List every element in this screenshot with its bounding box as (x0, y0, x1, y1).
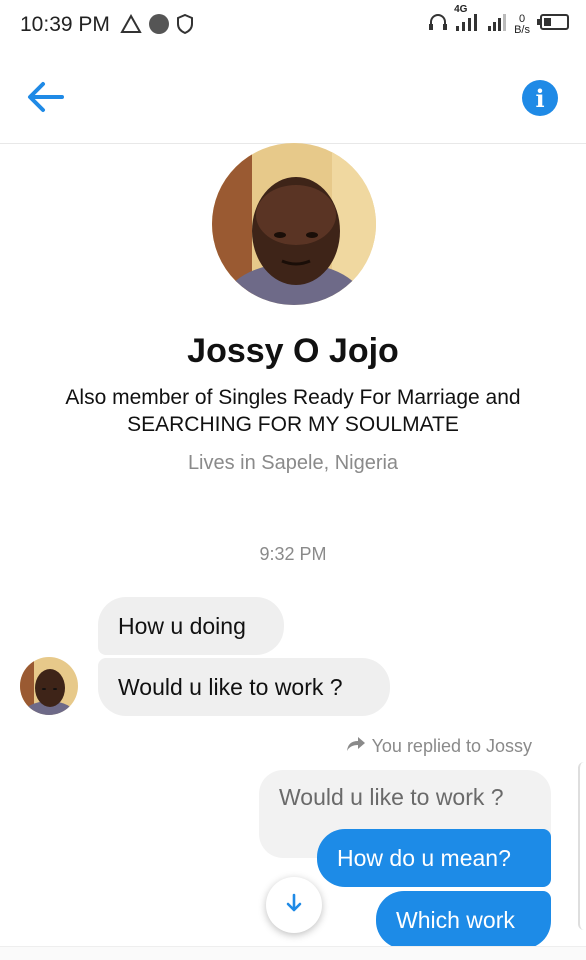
quoted-text: Would u like to work ? (279, 784, 504, 810)
outgoing-message[interactable]: How do u mean? (317, 829, 551, 887)
net-speed: 0 B/s (514, 12, 530, 36)
status-time: 10:39 PM (20, 13, 110, 36)
back-button[interactable] (22, 76, 68, 122)
outgoing-message[interactable]: Which work (376, 891, 551, 949)
status-left-icons (120, 13, 194, 40)
profile-bio-line-1: Also member of Singles Ready For Marriag… (65, 386, 521, 409)
conversation-header: i (0, 52, 586, 144)
signal-icon-2 (486, 12, 508, 37)
headphones-icon (428, 13, 448, 36)
info-icon: i (535, 83, 545, 113)
profile-bio-line-2: SEARCHING FOR MY SOULMATE (127, 413, 459, 436)
network-type: 4G (454, 4, 468, 15)
shield-icon (176, 13, 194, 39)
message-text: Would u like to work ? (118, 673, 343, 700)
status-bar: 10:39 PM 4G 0 B/s (0, 0, 586, 52)
message-text: How do u mean? (337, 844, 511, 871)
scrollbar[interactable] (578, 762, 586, 930)
net-speed-unit: B/s (514, 23, 530, 36)
status-right-icons: 4G 0 B/s (428, 4, 570, 37)
reply-arrow-icon (346, 736, 366, 757)
incoming-message[interactable]: Would u like to work ? (98, 658, 390, 716)
back-arrow-icon (26, 81, 64, 118)
arrow-down-icon (283, 892, 305, 919)
battery-icon (536, 13, 570, 36)
replied-indicator: You replied to Jossy (346, 736, 532, 757)
incoming-message[interactable]: How u doing (98, 597, 284, 655)
scroll-to-bottom-button[interactable] (266, 877, 322, 933)
net-speed-value: 0 (518, 12, 526, 25)
message-text: How u doing (118, 612, 246, 639)
profile-name: Jossy O Jojo (187, 332, 399, 370)
replied-label-text: You replied to Jossy (371, 736, 532, 756)
composer-edge (0, 946, 586, 960)
signal-icon: 4G (454, 4, 480, 37)
info-button[interactable]: i (522, 80, 558, 116)
profile-avatar[interactable] (212, 143, 376, 305)
sender-avatar[interactable] (20, 657, 78, 715)
profile-bio: Also member of Singles Ready For Marriag… (30, 384, 556, 438)
circle-icon (148, 13, 170, 40)
message-text: Which work (396, 906, 515, 933)
warning-triangle-icon (120, 13, 142, 39)
message-timestamp: 9:32 PM (259, 544, 327, 564)
profile-location: Lives in Sapele, Nigeria (187, 452, 399, 474)
